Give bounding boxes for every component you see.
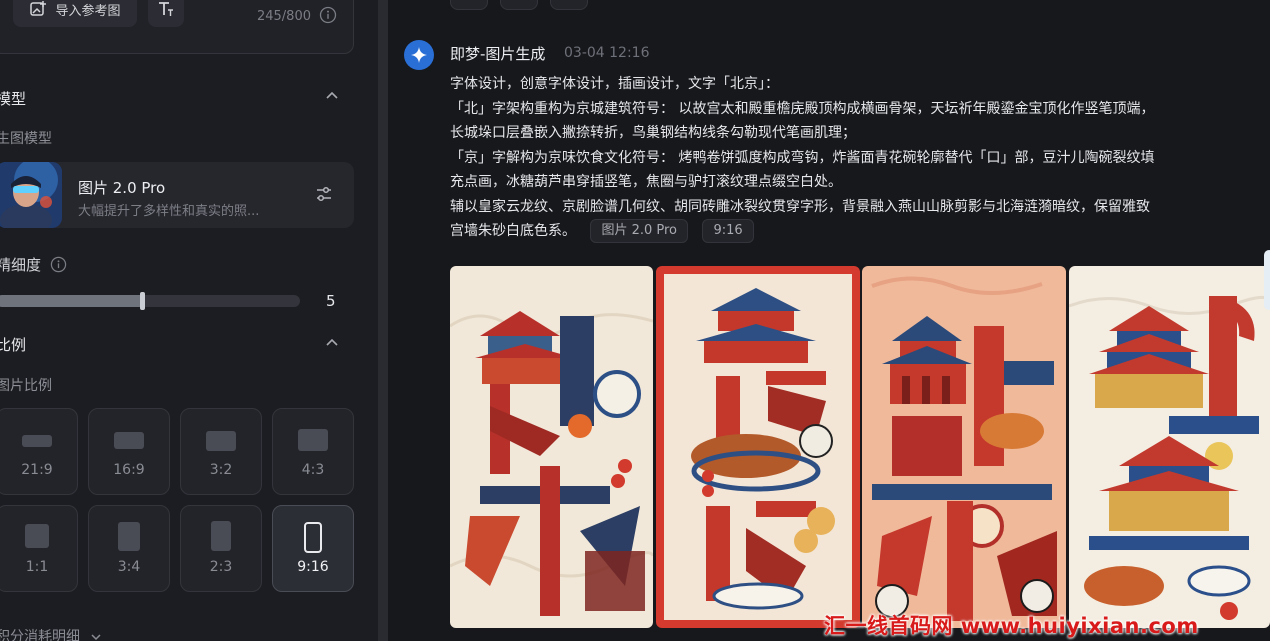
ratio-option-2-3[interactable]: 2:3 bbox=[180, 505, 262, 592]
chat-area: 即梦-图片生成 03-04 12:16 字体设计，创意字体设计，插画设计，文字「… bbox=[388, 0, 1270, 641]
message-sender: 即梦-图片生成 bbox=[450, 45, 546, 63]
image-import-icon bbox=[29, 0, 47, 18]
detail-label: 精细度 bbox=[0, 256, 42, 274]
sparkle-icon bbox=[410, 46, 428, 64]
prompt-input-box[interactable]: 导入参考图 245/800 bbox=[0, 0, 354, 54]
ratio-label: 16:9 bbox=[113, 462, 145, 478]
credits-details-toggle[interactable]: 积分消耗明细 bbox=[0, 626, 102, 641]
chevron-up-icon[interactable] bbox=[324, 88, 340, 108]
text-format-button[interactable] bbox=[148, 0, 184, 27]
previous-message-action[interactable] bbox=[550, 0, 588, 10]
model-chip[interactable]: 图片 2.0 Pro bbox=[590, 219, 689, 243]
import-reference-label: 导入参考图 bbox=[55, 3, 121, 19]
ratio-label: 3:4 bbox=[117, 559, 141, 575]
ratio-label: 9:16 bbox=[297, 559, 329, 575]
ratio-4-3-icon bbox=[298, 429, 328, 451]
credits-label: 积分消耗明细 bbox=[0, 629, 80, 641]
ratio-option-9-16[interactable]: 9:16 bbox=[272, 505, 354, 592]
ratio-3-4-icon bbox=[118, 522, 140, 551]
model-selector-card[interactable]: 图片 2.0 Pro 大幅提升了多样性和真实的照... bbox=[0, 162, 354, 228]
message-prompt: 字体设计，创意字体设计，插画设计，文字「北京」： 「北」字架构重构为京城建筑符号… bbox=[450, 72, 1262, 244]
chevron-up-icon[interactable] bbox=[324, 335, 340, 355]
ratio-label: 2:3 bbox=[209, 559, 233, 575]
ratio-option-3-2[interactable]: 3:2 bbox=[180, 408, 262, 495]
model-sub-label: 生图模型 bbox=[0, 131, 52, 147]
ratio-16-9-icon bbox=[114, 432, 144, 449]
model-name: 图片 2.0 Pro bbox=[78, 179, 166, 197]
prompt-line: 「京」字解构为京味饮食文化符号： 烤鸭卷饼弧度构成弯钩，炸酱面青花碗轮廓替代「口… bbox=[450, 149, 1155, 166]
generated-image-2[interactable] bbox=[656, 266, 860, 628]
ratio-3-2-icon bbox=[206, 431, 236, 451]
ratio-21-9-icon bbox=[22, 435, 52, 447]
text-format-icon bbox=[157, 0, 175, 18]
model-section-title: 模型 bbox=[0, 90, 27, 108]
sliders-icon[interactable] bbox=[314, 184, 334, 208]
ratio-label: 3:2 bbox=[209, 462, 233, 478]
generated-image-4[interactable] bbox=[1069, 266, 1270, 628]
ratio-section-title: 比例 bbox=[0, 336, 27, 354]
model-thumbnail bbox=[0, 162, 62, 228]
ratio-1-1-icon bbox=[25, 524, 49, 548]
ratio-label: 21:9 bbox=[21, 462, 53, 478]
dreamina-avatar bbox=[404, 40, 434, 70]
detail-section-title: 精细度 bbox=[0, 254, 67, 275]
chevron-down-icon bbox=[90, 631, 102, 641]
ratio-option-21-9[interactable]: 21:9 bbox=[0, 408, 78, 495]
model-description: 大幅提升了多样性和真实的照... bbox=[78, 204, 260, 219]
ratio-option-4-3[interactable]: 4:3 bbox=[272, 408, 354, 495]
detail-slider-fill bbox=[0, 295, 142, 307]
info-icon[interactable] bbox=[50, 256, 67, 273]
prompt-line: 「北」字架构重构为京城建筑符号： 以故宫太和殿重檐庑殿顶构成横画骨架，天坛祈年殿… bbox=[450, 100, 1155, 117]
prompt-line: 辅以皇家云龙纹、京剧脸谱几何纹、胡同砖雕冰裂纹贯穿字形，背景融入燕山山脉剪影与北… bbox=[450, 198, 1150, 215]
import-reference-button[interactable]: 导入参考图 bbox=[13, 0, 137, 27]
prompt-line: 字体设计，创意字体设计，插画设计，文字「北京」： bbox=[450, 76, 779, 92]
ratio-label: 4:3 bbox=[301, 462, 325, 478]
message-timestamp: 03-04 12:16 bbox=[564, 45, 650, 61]
panel-scrollbar[interactable] bbox=[378, 0, 388, 641]
prompt-line: 充点画，冰糖葫芦串穿插竖笔，焦圈与驴打滚纹理点缀空白处。 bbox=[450, 174, 842, 190]
ratio-option-3-4[interactable]: 3:4 bbox=[88, 505, 170, 592]
detail-value: 5 bbox=[326, 292, 336, 310]
previous-message-action[interactable] bbox=[500, 0, 538, 10]
ratio-label: 1:1 bbox=[25, 559, 49, 575]
prompt-line: 长城垛口层叠嵌入撇捺转折，鸟巢钢结构线条勾勒现代笔画肌理； bbox=[450, 125, 856, 141]
prompt-line-with-meta: 宫墙朱砂白底色系。 图片 2.0 Pro 9:16 bbox=[450, 219, 1262, 244]
ratio-chip[interactable]: 9:16 bbox=[702, 219, 754, 243]
prompt-line: 宫墙朱砂白底色系。 bbox=[450, 223, 576, 239]
generated-image-3[interactable] bbox=[862, 266, 1066, 628]
ratio-2-3-icon bbox=[211, 521, 231, 551]
next-image-edge[interactable] bbox=[1264, 250, 1270, 310]
previous-message-action[interactable] bbox=[450, 0, 488, 10]
ratio-9-16-icon bbox=[304, 522, 322, 553]
watermark-text: 汇一线首码网 www.huiyixian.com bbox=[824, 614, 1199, 638]
detail-slider[interactable] bbox=[0, 292, 300, 310]
generated-image-1[interactable] bbox=[450, 266, 653, 628]
char-count: 245/800 bbox=[256, 9, 311, 24]
detail-slider-handle[interactable] bbox=[140, 292, 145, 310]
ratio-sub-label: 图片比例 bbox=[0, 378, 52, 394]
info-icon[interactable] bbox=[319, 6, 337, 28]
ratio-option-16-9[interactable]: 16:9 bbox=[88, 408, 170, 495]
ratio-option-1-1[interactable]: 1:1 bbox=[0, 505, 78, 592]
settings-panel: 导入参考图 245/800 模型 生图模型 图片 2.0 Pro 大幅提升了多样… bbox=[0, 0, 378, 641]
